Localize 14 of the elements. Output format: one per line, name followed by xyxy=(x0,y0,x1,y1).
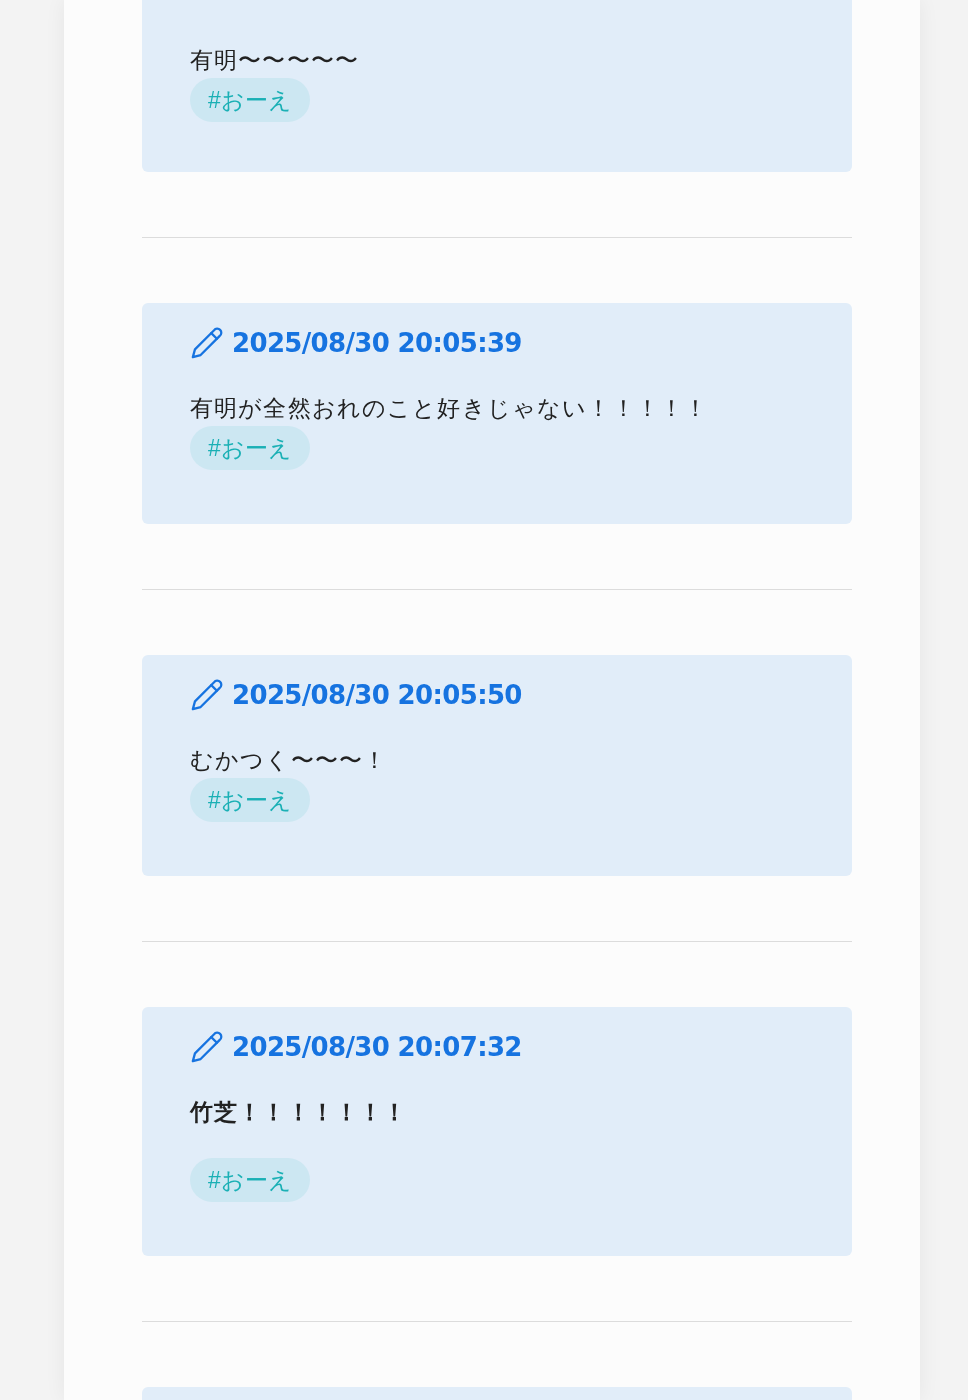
hashtag-chip[interactable]: #おーえ xyxy=(190,78,310,122)
post-text: 竹芝！！！！！！！ xyxy=(190,1098,409,1127)
hashtag-chip[interactable]: #おーえ xyxy=(190,426,310,470)
post-timestamp: 2025/08/30 20:05:39 xyxy=(232,326,522,360)
post-timestamp: 2025/08/30 20:07:32 xyxy=(232,1030,522,1064)
pencil-icon xyxy=(190,678,224,712)
hashtag-chip[interactable]: #おーえ xyxy=(190,778,310,822)
post-text: むかつく〜〜〜！ xyxy=(190,746,389,775)
hashtag-chip[interactable]: #おーえ xyxy=(190,1158,310,1202)
post-text: 有明が全然おれのこと好きじゃない！！！！！ xyxy=(190,394,710,423)
pencil-icon xyxy=(190,1030,224,1064)
post-text: 有明〜〜〜〜〜 xyxy=(190,46,361,75)
pencil-icon xyxy=(190,326,224,360)
post-timestamp: 2025/08/30 20:05:50 xyxy=(232,678,522,712)
